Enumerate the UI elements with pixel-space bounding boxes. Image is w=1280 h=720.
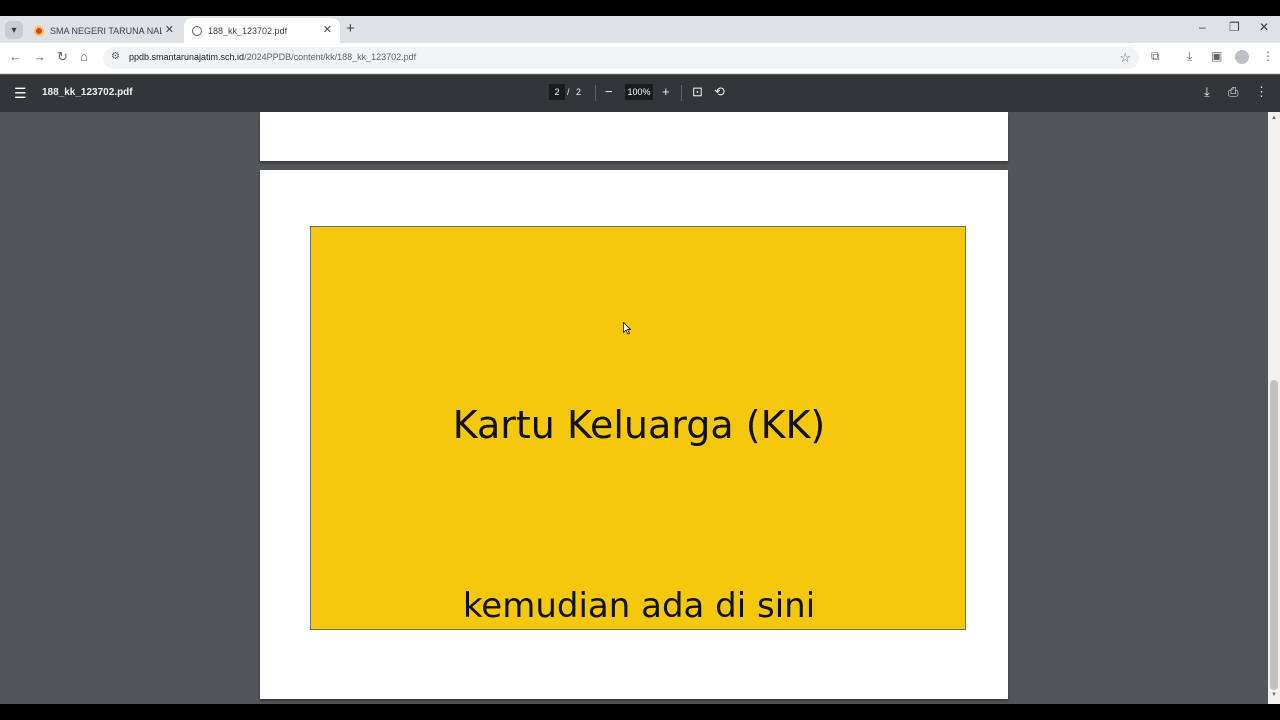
scroll-down-arrow-icon[interactable]: ▼	[1271, 692, 1277, 698]
restore-icon[interactable]: ❐	[1229, 20, 1240, 34]
fit-to-page-icon[interactable]: ⊡	[692, 84, 703, 100]
kk-subtitle: kemudian ada di sini	[462, 586, 816, 626]
url-text[interactable]: ppdb.smantarunajatim.sch.id/2024PPDB/con…	[129, 52, 416, 62]
pdf-filename: 188_kk_123702.pdf	[42, 87, 133, 98]
pdf-page-1	[260, 112, 1008, 161]
document-scrollbar[interactable]: ▲ ▼	[1268, 112, 1280, 704]
tab-sma-negeri[interactable]: SMA NEGERI TARUNA NALA JA ✕	[26, 18, 182, 43]
site-info-icon[interactable]: ⚙	[111, 51, 120, 62]
mouse-cursor-icon	[623, 322, 631, 335]
scrollbar-thumb[interactable]	[1270, 380, 1278, 690]
window-close-icon[interactable]: ✕	[1259, 20, 1269, 34]
zoom-out-icon[interactable]: −	[605, 84, 613, 99]
kk-placeholder-box: Kartu Keluarga (KK) kemudian ada di sini	[310, 226, 966, 630]
tab-search-chevron-down-icon[interactable]: ▾	[5, 21, 23, 39]
minimize-icon[interactable]: –	[1199, 20, 1206, 34]
pdf-document-area[interactable]: Kartu Keluarga (KK) kemudian ada di sini	[0, 112, 1280, 704]
scroll-up-arrow-icon[interactable]: ▲	[1271, 115, 1277, 121]
side-panel-icon[interactable]: ▣	[1211, 49, 1222, 63]
address-bar[interactable]: ⚙ ppdb.smantarunajatim.sch.id/2024PPDB/c…	[103, 47, 1139, 69]
tab-strip: ▾ SMA NEGERI TARUNA NALA JA ✕ 188_kk_123…	[0, 16, 1280, 43]
tab-pdf[interactable]: 188_kk_123702.pdf ✕	[184, 18, 340, 43]
bookmark-star-icon[interactable]: ☆	[1119, 50, 1131, 66]
downloads-icon[interactable]: ⤓	[1187, 49, 1192, 64]
forward-arrow-icon[interactable]: →	[33, 49, 46, 64]
toolbar-divider	[681, 85, 682, 101]
pdf-page-2: Kartu Keluarga (KK) kemudian ada di sini	[260, 170, 1008, 699]
browser-menu-kebab-icon[interactable]: ⋮	[1262, 49, 1274, 63]
browser-window: ▾ SMA NEGERI TARUNA NALA JA ✕ 188_kk_123…	[0, 16, 1280, 704]
url-host: ppdb.smantarunajatim.sch.id	[129, 52, 245, 62]
tab-title: 188_kk_123702.pdf	[208, 25, 288, 36]
print-icon[interactable]: ⎙	[1228, 84, 1238, 100]
screen-frame: ▾ SMA NEGERI TARUNA NALA JA ✕ 188_kk_123…	[0, 0, 1280, 720]
globe-favicon-icon	[192, 25, 202, 36]
reload-icon[interactable]: ↻	[57, 49, 68, 65]
page-number-input[interactable]: 2	[549, 84, 565, 100]
page-separator: /	[567, 87, 570, 97]
kk-title: Kartu Keluarga (KK)	[452, 403, 826, 447]
tab-close-icon[interactable]: ✕	[323, 23, 332, 36]
browser-toolbar: ← → ↻ ⌂ ⚙ ppdb.smantarunajatim.sch.id/20…	[0, 43, 1280, 74]
page-total: 2	[576, 87, 582, 97]
rotate-icon[interactable]: ⟲	[714, 84, 725, 100]
sidebar-menu-icon[interactable]: ☰	[14, 85, 27, 102]
tab-title: SMA NEGERI TARUNA NALA JA	[50, 25, 162, 36]
toolbar-divider	[595, 85, 596, 101]
home-icon[interactable]: ⌂	[80, 49, 88, 64]
zoom-in-icon[interactable]: +	[662, 84, 670, 99]
profile-avatar-icon[interactable]	[1235, 50, 1249, 64]
extensions-puzzle-icon[interactable]: ⧉	[1151, 49, 1160, 64]
new-tab-plus-icon[interactable]: +	[346, 20, 355, 37]
download-icon[interactable]: ⤓	[1204, 84, 1210, 100]
school-favicon-icon	[34, 25, 44, 36]
pdf-more-options-icon[interactable]: ⋮	[1255, 84, 1268, 100]
url-path: /2024PPDB/content/kk/188_kk_123702.pdf	[244, 52, 417, 62]
back-arrow-icon[interactable]: ←	[9, 49, 22, 64]
pdf-viewer-toolbar: ☰ 188_kk_123702.pdf 2 / 2 − 100% + ⊡ ⟲ ⤓…	[0, 75, 1280, 112]
tab-close-icon[interactable]: ✕	[165, 23, 174, 36]
zoom-level-input[interactable]: 100%	[625, 84, 653, 100]
